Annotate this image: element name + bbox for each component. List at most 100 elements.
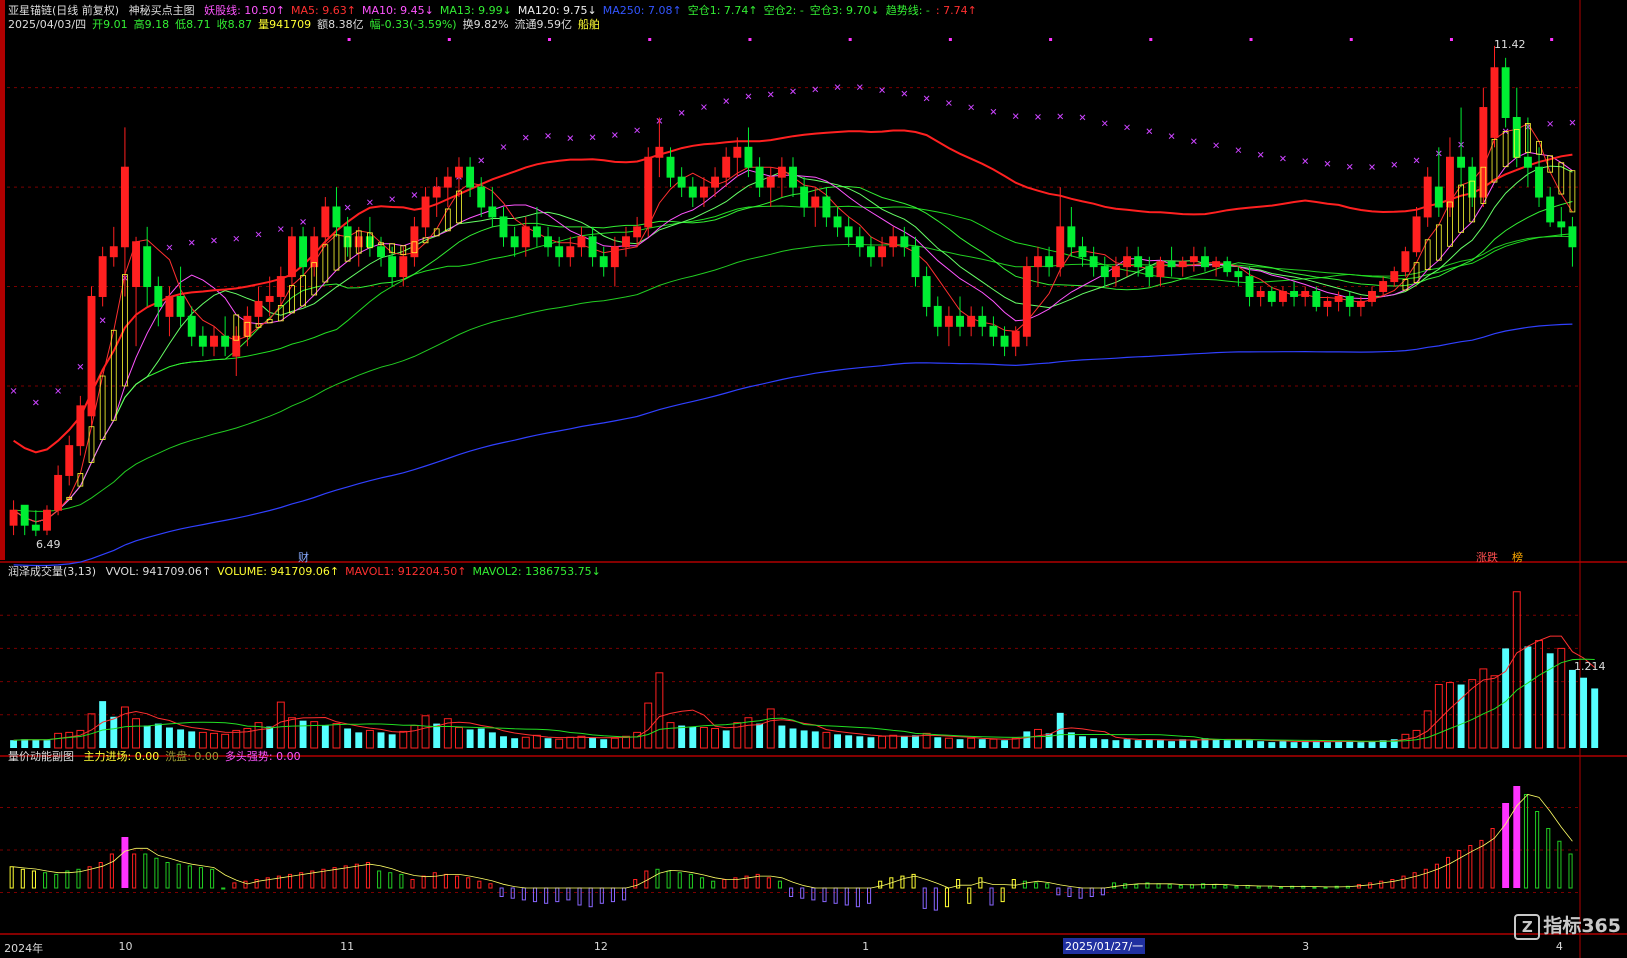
volume-bar-139 (1557, 647, 1566, 749)
volume-bar-100 (1123, 739, 1131, 748)
yaogu-mark-88 (990, 108, 997, 115)
yaogu-mark-24 (277, 226, 284, 232)
candle-126 (1412, 206, 1421, 257)
top-dot-30 (347, 38, 351, 41)
top-dot-66 (748, 38, 752, 41)
sub-bar-77 (866, 887, 872, 904)
candle-38 (432, 177, 441, 217)
candle-124 (1390, 266, 1399, 287)
candle-61 (688, 177, 697, 207)
candle-65 (733, 137, 742, 178)
stock-title[interactable]: 亚星锚链(日线 前复权) (8, 4, 119, 17)
sub-bar-97 (1089, 887, 1094, 897)
sub-bar-127 (1423, 868, 1428, 889)
volume-bar-60 (678, 725, 686, 748)
volume-bar-114 (1279, 741, 1287, 748)
signal-box-9 (110, 329, 117, 421)
volume-bar-137 (1535, 640, 1543, 749)
candle-130 (1457, 107, 1466, 188)
indicator-name[interactable]: 神秘买点主图 (129, 4, 195, 17)
sub-legend-item-2: 多头强势: 0.00 (224, 750, 301, 763)
volume-bar-70 (789, 728, 797, 748)
volume-bar-89 (1001, 740, 1009, 748)
candle-106 (1189, 246, 1198, 272)
volume-bar-69 (778, 725, 786, 748)
yaogu-mark-72 (812, 86, 819, 93)
candle-51 (577, 226, 586, 257)
volume-bar-57 (644, 702, 653, 749)
x-label-0: 2024年 (4, 942, 44, 955)
volume-bar-48 (544, 738, 552, 748)
sub-bar-38 (432, 872, 437, 889)
volume-bar-97 (1090, 738, 1098, 748)
volume-bar-38 (433, 723, 441, 748)
candle-3 (43, 505, 51, 536)
volume-bar-50 (566, 736, 575, 749)
main-legend-item-9: 趋势线: - (885, 4, 930, 17)
candle-4 (54, 465, 63, 516)
volume-legend: 润泽成交量(3,13) VVOL: 941709.06↑ VOLUME: 9417… (8, 565, 613, 579)
candle-104 (1167, 246, 1176, 277)
volume-bar-41 (466, 729, 474, 748)
candle-2 (31, 510, 40, 537)
sub-bar-20 (232, 882, 237, 889)
main-legend-item-5: MA250: 7.08↑ (602, 4, 682, 17)
volume-bar-117 (1312, 741, 1320, 748)
sub-bar-95 (1067, 887, 1072, 897)
volume-legend-item-3: MAVOL2: 1386753.75↓ (472, 565, 601, 578)
sub-legend-item-0: 主力进场: 0.00 (83, 750, 160, 763)
candle-100 (1123, 246, 1131, 277)
candle-48 (544, 226, 552, 257)
sub-bar-135 (1513, 786, 1521, 888)
volume-bar-108 (1212, 739, 1220, 748)
volume-bar-79 (889, 734, 898, 749)
sub-bar-39 (443, 873, 448, 889)
candle-60 (677, 167, 686, 198)
sub-bar-88 (989, 887, 994, 906)
sub-bar-45 (510, 887, 515, 899)
signal-box-140 (1569, 170, 1576, 213)
sub-bar-72 (811, 887, 816, 901)
candle-15 (176, 266, 185, 327)
stock-chart[interactable] (0, 0, 1627, 958)
sub-bar-17 (198, 867, 204, 889)
yaogu-mark-0 (10, 388, 17, 394)
main-legend-item-10: : 7.74↑ (935, 4, 977, 17)
x-selected-date[interactable]: 2025/01/27/一 (1063, 938, 1146, 954)
logo-icon: Z (1514, 914, 1541, 940)
volume-bar-106 (1190, 740, 1198, 748)
volume-bar-43 (488, 732, 496, 748)
volume-legend-item-2: MAVOL1: 912204.50↑ (345, 565, 467, 578)
candle-50 (566, 236, 575, 267)
candle-140 (1568, 216, 1577, 267)
candle-54 (610, 236, 619, 287)
marker-bang[interactable]: 榜 (1512, 549, 1523, 565)
info-item-6: 额8.38亿 (317, 18, 364, 31)
yaogu-mark-18 (211, 237, 217, 244)
marker-cai[interactable]: 财 (298, 549, 309, 565)
candle-139 (1557, 206, 1566, 237)
yaogu-mark-106 (1190, 138, 1197, 145)
volume-bar-83 (934, 737, 942, 748)
volume-bar-8 (99, 701, 107, 748)
volume-bar-133 (1490, 675, 1499, 749)
volume-bar-73 (822, 731, 831, 749)
volume-bar-81 (912, 735, 919, 748)
volume-bar-54 (610, 737, 619, 749)
candle-94 (1056, 187, 1065, 277)
yaogu-mark-102 (1146, 128, 1153, 135)
marker-zhangdie[interactable]: 涨跌 (1476, 549, 1498, 565)
volume-bar-76 (856, 736, 864, 748)
signal-box-5 (66, 496, 73, 500)
top-dot-138 (1550, 38, 1554, 41)
candle-69 (777, 157, 786, 198)
volume-bar-130 (1457, 684, 1465, 748)
yaogu-mark-70 (790, 88, 796, 95)
sub-bar-83 (933, 887, 938, 911)
volume-indicator-name[interactable]: 润泽成交量(3,13) (8, 565, 96, 578)
yaogu-mark-46 (522, 134, 529, 141)
volume-bar-103 (1156, 740, 1164, 748)
volume-bar-141 (1580, 677, 1588, 748)
sub-indicator-name[interactable]: 量价动能副图 (8, 750, 74, 763)
yaogu-mark-112 (1257, 151, 1264, 158)
